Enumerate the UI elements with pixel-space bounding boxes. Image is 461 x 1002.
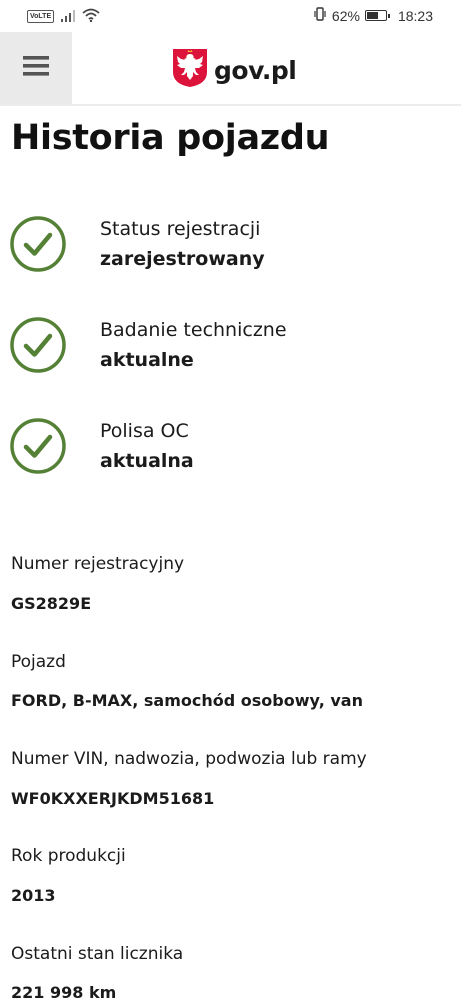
production-year-label: Rok produkcji bbox=[11, 846, 126, 866]
status-bar: VoLTE 62% 18:23 bbox=[0, 0, 461, 32]
status-bar-left: VoLTE bbox=[27, 8, 100, 25]
hamburger-icon bbox=[23, 55, 49, 81]
signal-icon bbox=[60, 9, 76, 25]
registration-number-value: GS2829E bbox=[11, 594, 92, 613]
vin-label: Numer VIN, nadwozia, podwozia lub ramy bbox=[11, 749, 367, 769]
vehicle-label: Pojazd bbox=[11, 652, 66, 672]
status-technical-inspection: Badanie techniczne aktualne bbox=[0, 317, 461, 377]
status-label: Status rejestracji bbox=[100, 218, 261, 240]
production-year-value: 2013 bbox=[11, 886, 56, 905]
vin-value: WF0KXXERJKDM51681 bbox=[11, 789, 215, 808]
battery-level bbox=[366, 12, 378, 19]
check-circle-icon bbox=[10, 317, 66, 377]
polish-eagle-emblem-icon bbox=[172, 48, 208, 92]
page-title: Historia pojazdu bbox=[11, 118, 330, 158]
vibrate-icon bbox=[313, 7, 327, 24]
registration-number-label: Numer rejestracyjny bbox=[11, 554, 185, 574]
status-label: Badanie techniczne bbox=[100, 319, 287, 341]
menu-button[interactable] bbox=[0, 32, 72, 104]
status-registration: Status rejestracji zarejestrowany bbox=[0, 216, 461, 276]
status-value: zarejestrowany bbox=[100, 248, 265, 270]
check-circle-icon bbox=[10, 216, 66, 276]
status-value: aktualna bbox=[100, 450, 194, 472]
volte-badge: VoLTE bbox=[27, 10, 55, 23]
brand-name: gov.pl bbox=[214, 55, 297, 85]
status-value: aktualne bbox=[100, 349, 194, 371]
battery-percent: 62% bbox=[331, 7, 360, 24]
app-header: gov.pl bbox=[0, 32, 461, 106]
battery-icon bbox=[364, 10, 390, 21]
gov-pl-logo[interactable]: gov.pl bbox=[172, 48, 297, 92]
check-circle-icon bbox=[10, 418, 66, 478]
clock: 18:23 bbox=[397, 7, 433, 24]
status-label: Polisa OC bbox=[100, 420, 189, 442]
odometer-value: 221 998 km bbox=[11, 983, 117, 1002]
status-oc-insurance: Polisa OC aktualna bbox=[0, 418, 461, 478]
vehicle-value: FORD, B-MAX, samochód osobowy, van bbox=[11, 691, 363, 710]
odometer-label: Ostatni stan licznika bbox=[11, 944, 184, 964]
status-bar-right: 62% 18:23 bbox=[313, 7, 433, 24]
wifi-icon bbox=[82, 8, 100, 25]
